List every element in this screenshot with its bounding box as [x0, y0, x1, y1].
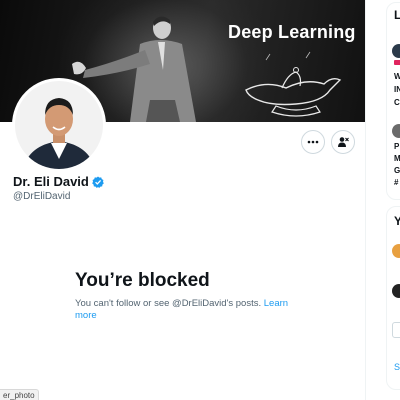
- sidebar-snippet-2[interactable]: IN: [394, 85, 400, 94]
- display-name-row: Dr. Eli David: [13, 174, 104, 189]
- sidebar-snippet-5[interactable]: M: [394, 154, 400, 163]
- more-icon: [307, 140, 319, 144]
- sidebar-card1-title: L: [394, 8, 400, 22]
- sidebar-snippet-6[interactable]: G: [394, 166, 400, 175]
- sidebar-live-badge: [394, 60, 400, 65]
- profile-handle: @DrEliDavid: [13, 191, 71, 202]
- profile-column: Deep Learning Dr. Eli David @DrEliDavid …: [0, 0, 366, 400]
- more-button[interactable]: [301, 130, 325, 154]
- blocked-title: You’re blocked: [75, 270, 210, 291]
- sidebar-snippet-1[interactable]: W: [394, 72, 400, 81]
- suggested-avatar-1[interactable]: [392, 244, 400, 258]
- blocked-message: You can't follow or see @DrEliDavid's po…: [75, 298, 295, 322]
- banner-text: Deep Learning: [228, 22, 356, 42]
- show-more-link[interactable]: S: [394, 362, 400, 372]
- blocked-user-button[interactable]: [331, 130, 355, 154]
- profile-page: Deep Learning Dr. Eli David @DrEliDavid …: [0, 0, 400, 400]
- sidebar-snippet-4[interactable]: P: [394, 142, 399, 151]
- sidebar-snippet-7[interactable]: #: [394, 178, 398, 187]
- sidebar-avatar-2[interactable]: [392, 124, 400, 138]
- magic-lamp-graphic: [245, 51, 342, 117]
- right-sidebar: L W IN C P M G # Y S: [372, 0, 400, 400]
- sidebar-snippet-3[interactable]: C: [394, 98, 400, 107]
- profile-photo: [15, 81, 103, 169]
- block-user-icon: [338, 137, 349, 147]
- sidebar-avatar-1[interactable]: [392, 44, 400, 58]
- sidebar-card2-title: Y: [394, 214, 400, 228]
- avatar[interactable]: [12, 78, 106, 172]
- url-status-chip: er_photo: [0, 389, 39, 400]
- suggested-avatar-3[interactable]: [392, 322, 400, 338]
- profile-actions: [301, 130, 355, 154]
- blocked-message-text: You can't follow or see @DrEliDavid's po…: [75, 298, 262, 309]
- verified-badge-icon[interactable]: [92, 176, 104, 188]
- display-name: Dr. Eli David: [13, 174, 89, 189]
- suggested-avatar-2[interactable]: [392, 284, 400, 298]
